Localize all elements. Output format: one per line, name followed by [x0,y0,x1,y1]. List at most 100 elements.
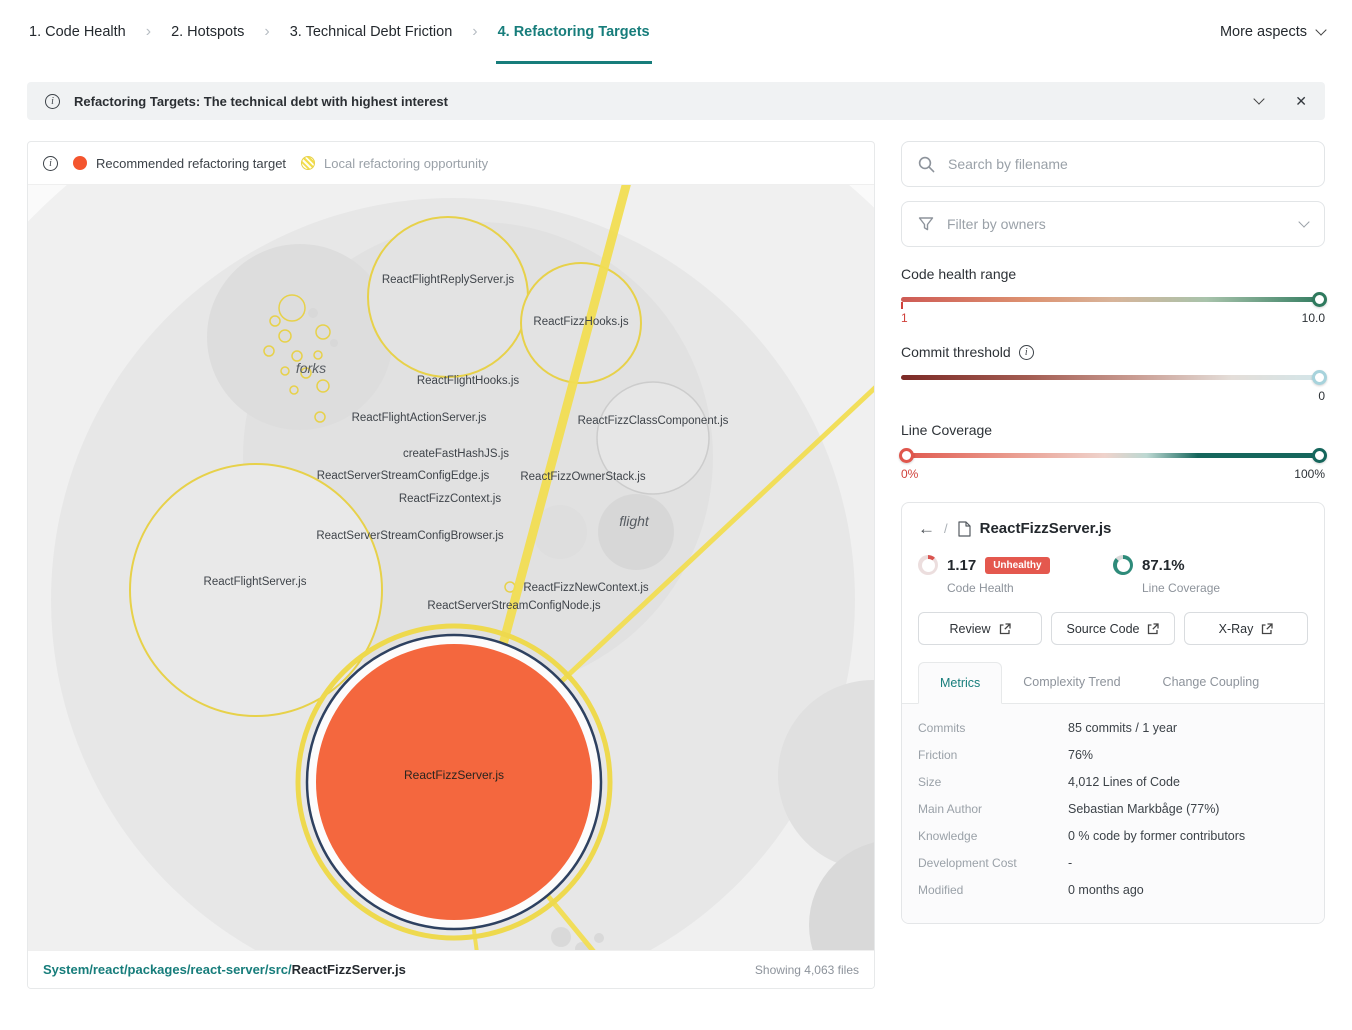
line-coverage-slider-track[interactable] [901,453,1325,458]
file-detail-tabs-section: Metrics Complexity Trend Change Coupling… [902,662,1324,923]
metric-key: Modified [918,883,1068,897]
more-aspects-button[interactable]: More aspects [1220,24,1325,40]
search-box[interactable] [901,141,1325,187]
metric-value: 0 months ago [1068,883,1144,897]
line-coverage-min-handle[interactable] [899,448,914,463]
owner-filter-input[interactable] [947,216,1287,232]
file-label: ReactFizzHooks.js [533,316,628,328]
metric-row: Commits85 commits / 1 year [918,714,1308,741]
metrics-list: Commits85 commits / 1 yearFriction76%Siz… [902,704,1324,923]
breadcrumb-tabs: 1. Code Health › 2. Hotspots › 3. Technical … [27,0,652,64]
collapse-chevron-icon[interactable] [1254,93,1265,104]
file-detail-card: ← / ReactFizzServer.js 1.17 Unhealthy [901,502,1325,924]
file-label: ReactFlightHooks.js [417,375,520,387]
code-health-gauge [918,555,938,575]
metric-row: Size4,012 Lines of Code [918,768,1308,795]
file-label: ReactServerStreamConfigNode.js [427,600,600,612]
metric-value: - [1068,856,1072,870]
commit-threshold-slider-track[interactable] [901,375,1325,380]
file-icon [957,521,971,537]
search-input[interactable] [948,156,1308,172]
file-label: ReactFlightActionServer.js [352,412,487,424]
xray-button-label: X-Ray [1219,622,1254,636]
metric-value: 4,012 Lines of Code [1068,775,1180,789]
file-bubble[interactable] [594,933,604,943]
top-navigation: 1. Code Health › 2. Hotspots › 3. Technical … [0,0,1352,64]
file-bubble[interactable] [551,927,571,947]
legend-target: Recommended refactoring target [73,156,286,171]
bubble-map: ReactFlightReplyServer.jsReactFizzHooks.… [28,185,874,950]
slider-min-label: 0% [901,467,918,481]
map-legend-bar: i Recommended refactoring target Local r… [28,142,874,185]
map-footer: System/react/packages/react-server/src/R… [28,950,874,988]
code-health-value: 1.17 [947,557,976,574]
owner-filter-dropdown[interactable] [901,201,1325,247]
code-health-slider-track[interactable] [901,297,1325,302]
metric-value: Sebastian Markbåge (77%) [1068,802,1219,816]
file-bubble[interactable] [598,494,674,570]
file-label: ReactFlightServer.js [204,576,307,588]
refactoring-targets-banner: i Refactoring Targets: The technical deb… [27,82,1325,120]
nav-tab-1[interactable]: 1. Code Health [27,0,128,64]
detail-tabs: Metrics Complexity Trend Change Coupling [902,662,1324,704]
file-label: ReactServerStreamConfigBrowser.js [316,530,504,542]
file-label: ReactFizzClassComponent.js [578,415,729,427]
nav-tab-2[interactable]: 2. Hotspots [169,0,246,64]
filter-icon [918,216,934,232]
back-arrow-icon[interactable]: ← [918,520,935,537]
chevron-right-icon: › [146,23,151,41]
source-code-button[interactable]: Source Code [1051,612,1175,645]
metric-row: Main AuthorSebastian Markbåge (77%) [918,795,1308,822]
nav-tab-3[interactable]: 3. Technical Debt Friction [288,0,455,64]
opportunity-bubble[interactable] [368,217,528,377]
slider-max-label: 100% [1294,467,1325,481]
opportunity-dot-icon [301,156,315,170]
metric-value: 85 commits / 1 year [1068,721,1177,735]
external-link-icon [999,623,1011,635]
slider-min-tick [901,302,903,309]
line-coverage-max-handle[interactable] [1312,448,1327,463]
package-circle-forks [207,244,393,430]
review-button[interactable]: Review [918,612,1042,645]
commit-threshold-slider-handle[interactable] [1312,370,1327,385]
path-separator: / [944,521,948,536]
metric-key: Commits [918,721,1068,735]
info-icon[interactable]: i [43,156,58,171]
metric-key: Knowledge [918,829,1068,843]
group-label: flight [619,513,650,529]
refactoring-map-panel: i Recommended refactoring target Local r… [27,141,875,989]
info-icon[interactable]: i [1019,345,1034,360]
opportunity-bubble[interactable] [130,464,382,716]
chevron-right-icon: › [472,23,477,41]
code-health-slider-handle[interactable] [1312,292,1327,307]
external-link-icon [1261,623,1273,635]
target-dot-icon [73,156,87,170]
breadcrumb-path[interactable]: /react/packages/react-server/src/ [89,962,291,977]
legend-opportunity-label: Local refactoring opportunity [324,156,488,171]
xray-button[interactable]: X-Ray [1184,612,1308,645]
metric-key: Size [918,775,1068,789]
breadcrumb[interactable]: System/react/packages/react-server/src/R… [43,962,406,977]
legend-opportunity: Local refactoring opportunity [301,156,488,171]
metric-key: Friction [918,748,1068,762]
source-code-button-label: Source Code [1067,622,1140,636]
slider-max-label: 10.0 [1302,311,1325,325]
tab-metrics[interactable]: Metrics [918,662,1002,704]
file-label: ReactServerStreamConfigEdge.js [317,470,490,482]
coverage-caption: Line Coverage [1142,581,1308,595]
close-icon[interactable]: ✕ [1295,94,1307,108]
tab-complexity-trend[interactable]: Complexity Trend [1002,662,1141,704]
file-bubble[interactable] [308,308,318,318]
breadcrumb-system[interactable]: System [43,962,89,977]
file-bubble[interactable] [330,339,338,347]
file-count-label: Showing 4,063 files [755,963,859,977]
commit-threshold-label: Commit threshold [901,344,1011,360]
tab-change-coupling[interactable]: Change Coupling [1142,662,1281,704]
chevron-right-icon: › [264,23,269,41]
nav-tab-4[interactable]: 4. Refactoring Targets [496,0,652,64]
code-health-range-label: Code health range [901,266,1325,282]
coverage-gauge [1113,555,1133,575]
search-icon [918,156,935,173]
bubble-map-canvas[interactable]: ReactFlightReplyServer.jsReactFizzHooks.… [28,185,874,950]
commit-threshold-filter: Commit threshold i 0 [901,344,1325,403]
